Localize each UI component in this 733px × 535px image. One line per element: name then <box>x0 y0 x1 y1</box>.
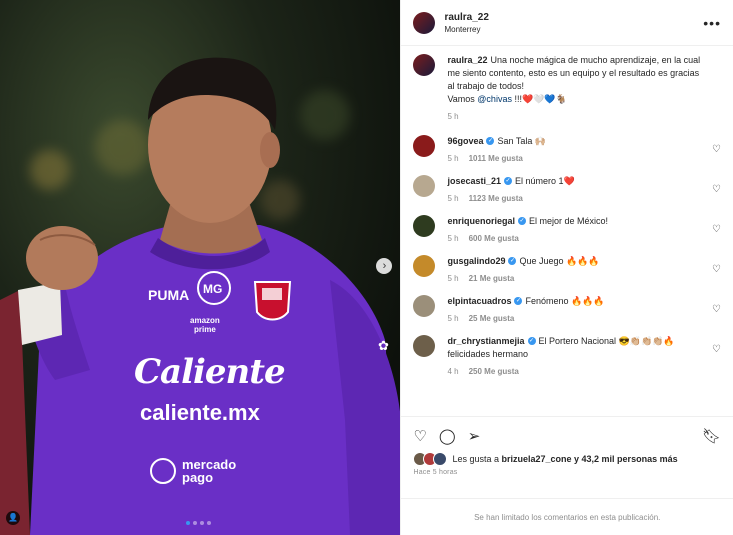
comment-time[interactable]: 5 h <box>447 194 458 203</box>
comment-item: josecasti_21 ✓ El número 1❤️ 5 h 1123 Me gus… <box>413 175 721 203</box>
tagged-user-icon[interactable]: 👤 <box>6 511 20 525</box>
puma-logo: PUMA <box>148 287 189 303</box>
commenter-avatar[interactable] <box>413 135 436 157</box>
sleeve-logo: ✿ <box>378 338 389 353</box>
commenter-username[interactable]: gusgalindo29 <box>447 256 505 266</box>
posted-ago[interactable]: Hace 5 horas <box>413 469 721 476</box>
comment-time[interactable]: 4 h <box>447 367 458 376</box>
mercadopago-icon <box>150 458 176 484</box>
comment-text: El número 1❤️ <box>515 176 575 186</box>
liked-by: Les gusta a brizuela27_cone y 43,2 mil p… <box>413 452 721 466</box>
commenter-username[interactable]: josecasti_21 <box>447 176 501 186</box>
post-location[interactable]: Monterrey <box>444 25 488 34</box>
comment-time[interactable]: 5 h <box>447 154 458 163</box>
svg-text:MG: MG <box>203 282 222 296</box>
ear <box>260 132 280 168</box>
liked-by-prefix: Les gusta a <box>452 454 502 464</box>
caliente-logo: Caliente <box>134 352 286 392</box>
comments-scroll-area[interactable]: raulra_22 Una noche mágica de mucho apren… <box>401 46 733 416</box>
carousel-dot <box>200 521 204 525</box>
comment-time[interactable]: 5 h <box>447 234 458 243</box>
caption-time[interactable]: 5 h <box>447 112 458 121</box>
comment-time[interactable]: 5 h <box>447 314 458 323</box>
comment-likes[interactable]: 600 Me gusta <box>469 234 519 243</box>
comment-item: enriquenoriegal ✓ El mejor de México! 5 h 60… <box>413 215 721 243</box>
comment-text: El mejor de México! <box>528 216 608 226</box>
comment-likes[interactable]: 21 Me gusta <box>469 274 515 283</box>
post-header: raulra_22 Monterrey ••• <box>401 0 733 46</box>
caption-avatar[interactable] <box>413 54 436 76</box>
comment-item: gusgalindo29 ✓ Que Juego 🔥🔥🔥 5 h 21 Me gusta… <box>413 255 721 283</box>
comment-likes[interactable]: 1011 Me gusta <box>469 154 523 163</box>
commenter-username[interactable]: elpintacuadros <box>447 296 511 306</box>
caption-username[interactable]: raulra_22 <box>447 55 487 65</box>
comment-likes[interactable]: 25 Me gusta <box>469 314 515 323</box>
post-caption: raulra_22 Una noche mágica de mucho apren… <box>413 54 721 121</box>
verified-badge-icon: ✓ <box>527 337 536 346</box>
comments-limited-notice: Se han limitado los comentarios en esta … <box>401 498 733 535</box>
wrist-tape <box>18 282 62 345</box>
carousel-dot <box>193 521 197 525</box>
verified-badge-icon: ✓ <box>517 217 526 226</box>
commenter-username[interactable]: dr_chrystianmejia <box>447 336 524 346</box>
comment-text: Que Juego 🔥🔥🔥 <box>519 256 600 266</box>
commenter-username[interactable]: enriquenoriegal <box>447 216 515 226</box>
comment-like-heart-icon[interactable]: ♡ <box>712 264 721 275</box>
prime-label: prime <box>194 325 216 334</box>
send-icon[interactable]: ➢ <box>468 427 481 445</box>
commenter-avatar[interactable] <box>413 335 436 357</box>
mercadopago-sponsor: mercado pago <box>182 458 236 484</box>
liker-avatar <box>433 452 448 466</box>
commenter-avatar[interactable] <box>413 215 436 237</box>
comment-likes[interactable]: 250 Me gusta <box>469 367 519 376</box>
comment-text: Fenómeno 🔥🔥🔥 <box>525 296 605 306</box>
liked-by-suffix[interactable]: y 43,2 mil personas más <box>572 454 678 464</box>
amazon-label: amazon <box>190 316 220 325</box>
comment-list: 96govea ✓ San Tala 🙌🏼 5 h 1011 Me gusta ♡ jose… <box>413 135 721 376</box>
verified-badge-icon: ✓ <box>486 137 495 146</box>
instagram-post: PUMA MG ✿ amazon prime Caliente caliente… <box>0 0 733 535</box>
verified-badge-icon: ✓ <box>504 177 512 186</box>
amazon-sponsor: amazon prime <box>190 316 220 334</box>
pago-label: pago <box>182 470 214 485</box>
carousel-indicator <box>186 521 211 525</box>
heart-icon[interactable]: ♡ <box>413 427 426 445</box>
commenter-avatar[interactable] <box>413 175 436 197</box>
comment-text: San Tala 🙌🏼 <box>497 136 547 146</box>
post-actions: ♡ ◯ ➢ 🔖︎ Les gusta a brizuela27_cone y 4… <box>401 416 733 498</box>
verified-badge-icon: ✓ <box>514 297 523 306</box>
liked-by-user[interactable]: brizuela27_cone <box>502 454 572 464</box>
comment-like-heart-icon[interactable]: ♡ <box>712 344 721 355</box>
comment-icon[interactable]: ◯ <box>439 427 456 445</box>
comment-item: 96govea ✓ San Tala 🙌🏼 5 h 1011 Me gusta ♡ <box>413 135 721 163</box>
carousel-dot <box>207 521 211 525</box>
post-image[interactable]: PUMA MG ✿ amazon prime Caliente caliente… <box>0 0 401 535</box>
comment-item: dr_chrystianmejia ✓ El Portero Nacional 😎👏… <box>413 335 721 376</box>
commenter-avatar[interactable] <box>413 295 436 317</box>
post-details-panel: raulra_22 Monterrey ••• raulra_22 Una noc… <box>400 0 733 535</box>
comment-like-heart-icon[interactable]: ♡ <box>712 184 721 195</box>
verified-badge-icon: ✓ <box>508 257 517 266</box>
caption-line2-suffix: !!!❤️🤍💙🐐 <box>511 94 567 104</box>
player-illustration: PUMA MG ✿ <box>0 57 401 535</box>
commenter-avatar[interactable] <box>413 255 436 277</box>
caption-line2-prefix: Vamos <box>447 94 478 104</box>
comment-like-heart-icon[interactable]: ♡ <box>712 144 721 155</box>
commenter-username[interactable]: 96govea <box>447 136 483 146</box>
comment-item: elpintacuadros ✓ Fenómeno 🔥🔥🔥 5 h 25 Me gust… <box>413 295 721 323</box>
comment-like-heart-icon[interactable]: ♡ <box>712 224 721 235</box>
carousel-dot-active <box>186 521 190 525</box>
bookmark-icon[interactable]: 🔖︎ <box>702 427 721 445</box>
author-avatar[interactable] <box>413 11 436 34</box>
caption-mention[interactable]: @chivas <box>477 94 512 104</box>
caliente-site: caliente.mx <box>140 400 260 425</box>
club-crest <box>253 281 292 321</box>
more-horizontal-icon[interactable]: ••• <box>703 15 721 31</box>
comment-likes[interactable]: 1123 Me gusta <box>469 194 523 203</box>
comment-like-heart-icon[interactable]: ♡ <box>712 304 721 315</box>
author-username[interactable]: raulra_22 <box>444 12 488 23</box>
comment-time[interactable]: 5 h <box>447 274 458 283</box>
